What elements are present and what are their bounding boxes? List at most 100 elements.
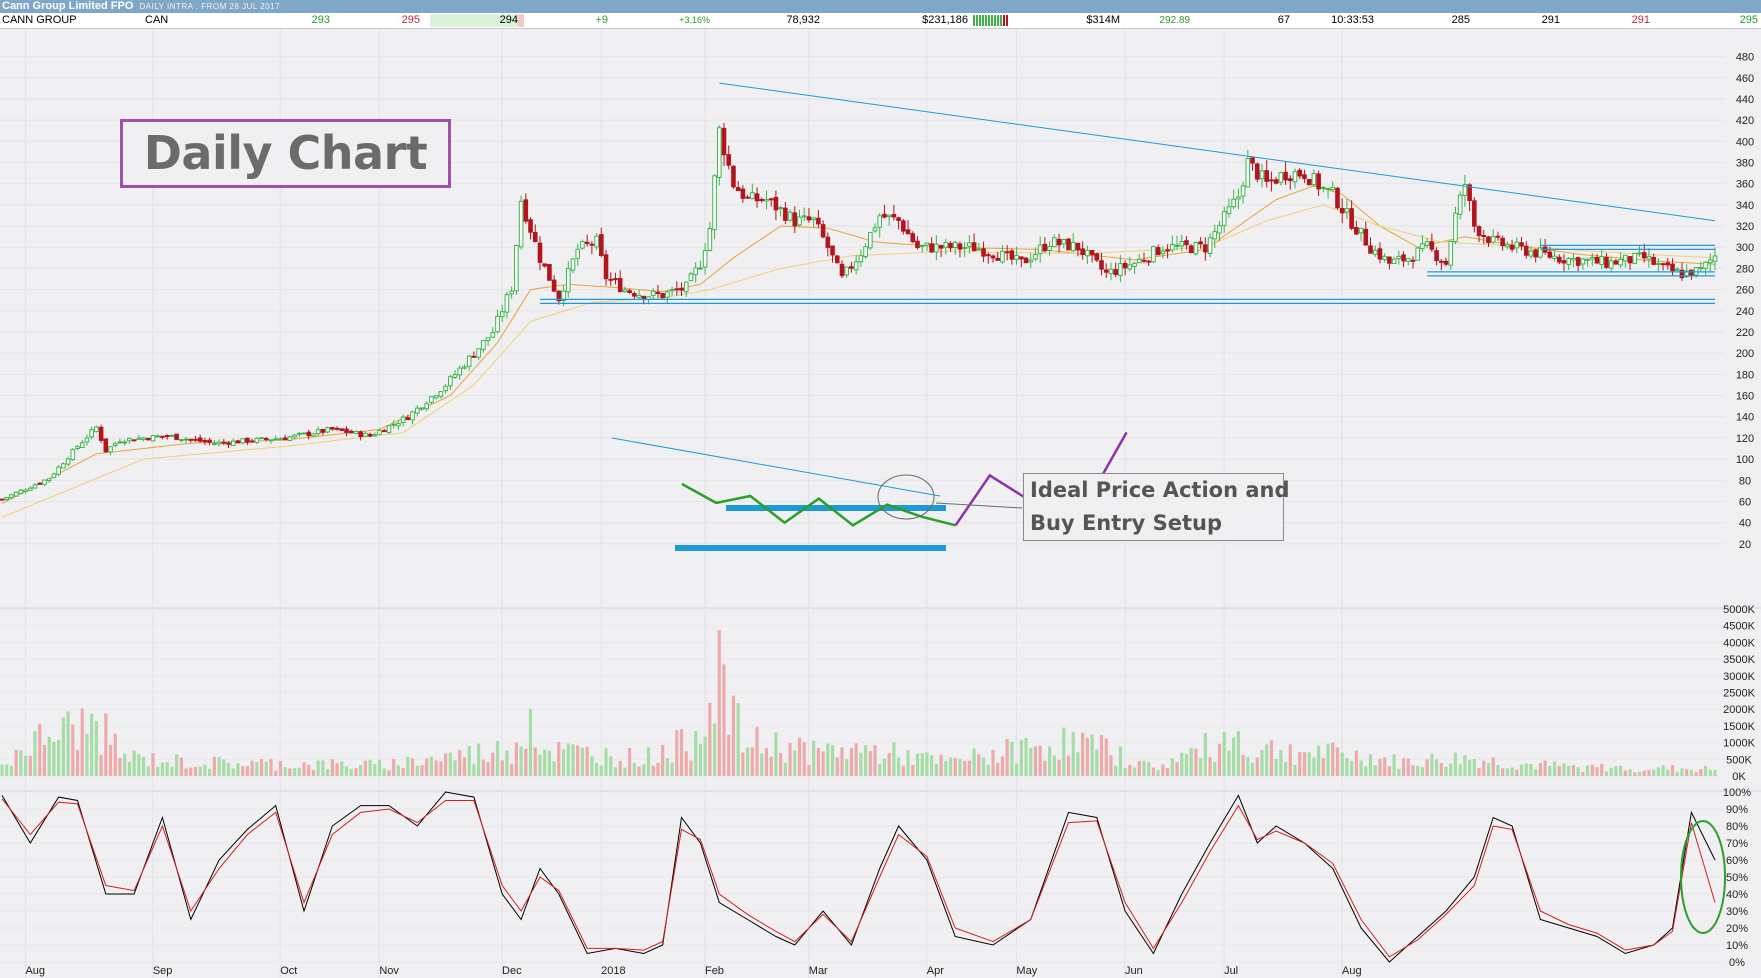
candle-body: [721, 127, 727, 156]
candle-body: [1415, 247, 1421, 261]
volume-bar: [1699, 769, 1703, 776]
volume-bar: [538, 754, 542, 776]
volume-bar: [1680, 768, 1684, 776]
volume-bar: [382, 768, 386, 776]
candle-body: [608, 278, 614, 281]
candle-body: [306, 431, 312, 437]
volume-bar: [1076, 752, 1080, 776]
stochastic-tick-label: 100%: [1723, 787, 1751, 799]
candle-body: [1094, 253, 1100, 261]
candle-body: [1382, 255, 1387, 261]
volume-bar: [1350, 760, 1354, 776]
candle-body: [981, 248, 986, 257]
volume-bar: [458, 750, 462, 776]
volume-bar: [1666, 769, 1670, 776]
volume-bar: [991, 749, 995, 776]
volume-bar: [1175, 762, 1179, 776]
sketch-trendline: [611, 437, 941, 497]
candle-body: [783, 207, 788, 221]
volume-bar: [580, 747, 585, 776]
candle-body: [1302, 174, 1307, 180]
candle-body: [183, 438, 189, 441]
candle-body: [0, 498, 5, 501]
candle-body: [853, 261, 859, 271]
volume-bar: [1048, 746, 1052, 776]
volume-bar: [651, 765, 655, 776]
candle-body: [797, 216, 802, 226]
candle-body: [622, 289, 628, 293]
candle-body: [867, 231, 873, 249]
candle-body: [962, 247, 967, 250]
volume-bar: [632, 763, 636, 776]
volume-bar: [1161, 764, 1165, 776]
candle-body: [967, 242, 972, 247]
candle-body: [1099, 260, 1104, 270]
volume-bar: [1043, 760, 1047, 776]
volume-bar: [543, 749, 547, 776]
volume-bar: [292, 768, 297, 776]
candle-body: [523, 199, 529, 222]
volume-bar: [1151, 767, 1156, 776]
volume-bar: [1472, 759, 1476, 776]
volume-bar: [1062, 727, 1066, 776]
candle-body: [367, 433, 373, 437]
volume-bar: [307, 764, 311, 776]
candle-body: [197, 437, 203, 442]
volume-tick-label: 3000K: [1723, 671, 1755, 683]
volume-bar: [863, 745, 868, 776]
volume-bar: [897, 757, 901, 776]
volume-bar: [944, 760, 948, 776]
volume-bar: [920, 753, 924, 776]
volume-bar: [958, 758, 962, 776]
volume-bar: [1501, 768, 1505, 776]
candle-body: [117, 441, 123, 444]
quote-open: 285: [1451, 14, 1470, 26]
volume-bar: [642, 764, 646, 776]
volume-bar: [1397, 768, 1401, 776]
stochastic-d-line: [1, 798, 1716, 958]
candle-body: [1136, 258, 1142, 264]
price-tick-label: 160: [1736, 391, 1754, 403]
candle-body: [1349, 208, 1354, 229]
candle-body: [259, 437, 264, 440]
candle-body: [1075, 242, 1081, 251]
quote-low: 291: [1631, 14, 1650, 26]
candle-body: [108, 446, 113, 453]
candle-body: [735, 187, 741, 192]
candle-body: [1231, 198, 1236, 208]
candle-body: [1514, 241, 1520, 249]
volume-bar: [1246, 756, 1250, 776]
candle-body: [1580, 258, 1586, 265]
candle-body: [830, 245, 835, 256]
volume-bar: [52, 741, 56, 776]
volume-bar: [231, 768, 235, 776]
candle-body: [679, 287, 684, 291]
volume-bar: [1675, 771, 1679, 776]
volume-bar: [354, 768, 358, 776]
volume-bar: [722, 664, 726, 776]
volume-bar: [66, 711, 70, 776]
candle-body: [768, 198, 774, 201]
candle-body: [240, 438, 245, 444]
volume-bar: [1038, 745, 1042, 776]
volume-bar: [618, 760, 622, 776]
candle-body: [665, 291, 670, 298]
volume-bar: [854, 743, 858, 776]
volume-bar: [141, 756, 146, 776]
volume-bar: [505, 750, 509, 776]
candle-body: [1533, 249, 1538, 258]
candle-body: [669, 289, 675, 292]
candle-body: [801, 215, 807, 218]
candle-body: [594, 235, 599, 248]
volume-bar: [1033, 746, 1038, 776]
volume-bar: [930, 755, 934, 776]
candle-body: [910, 233, 916, 243]
volume-bar: [1227, 750, 1231, 776]
candle-body: [1278, 172, 1284, 183]
candle-body: [56, 466, 61, 475]
candle-body: [282, 437, 288, 441]
volume-bar: [590, 756, 594, 776]
x-tick-label: Oct: [280, 965, 297, 977]
volume-bar: [1576, 767, 1580, 776]
volume-bar: [514, 742, 518, 776]
